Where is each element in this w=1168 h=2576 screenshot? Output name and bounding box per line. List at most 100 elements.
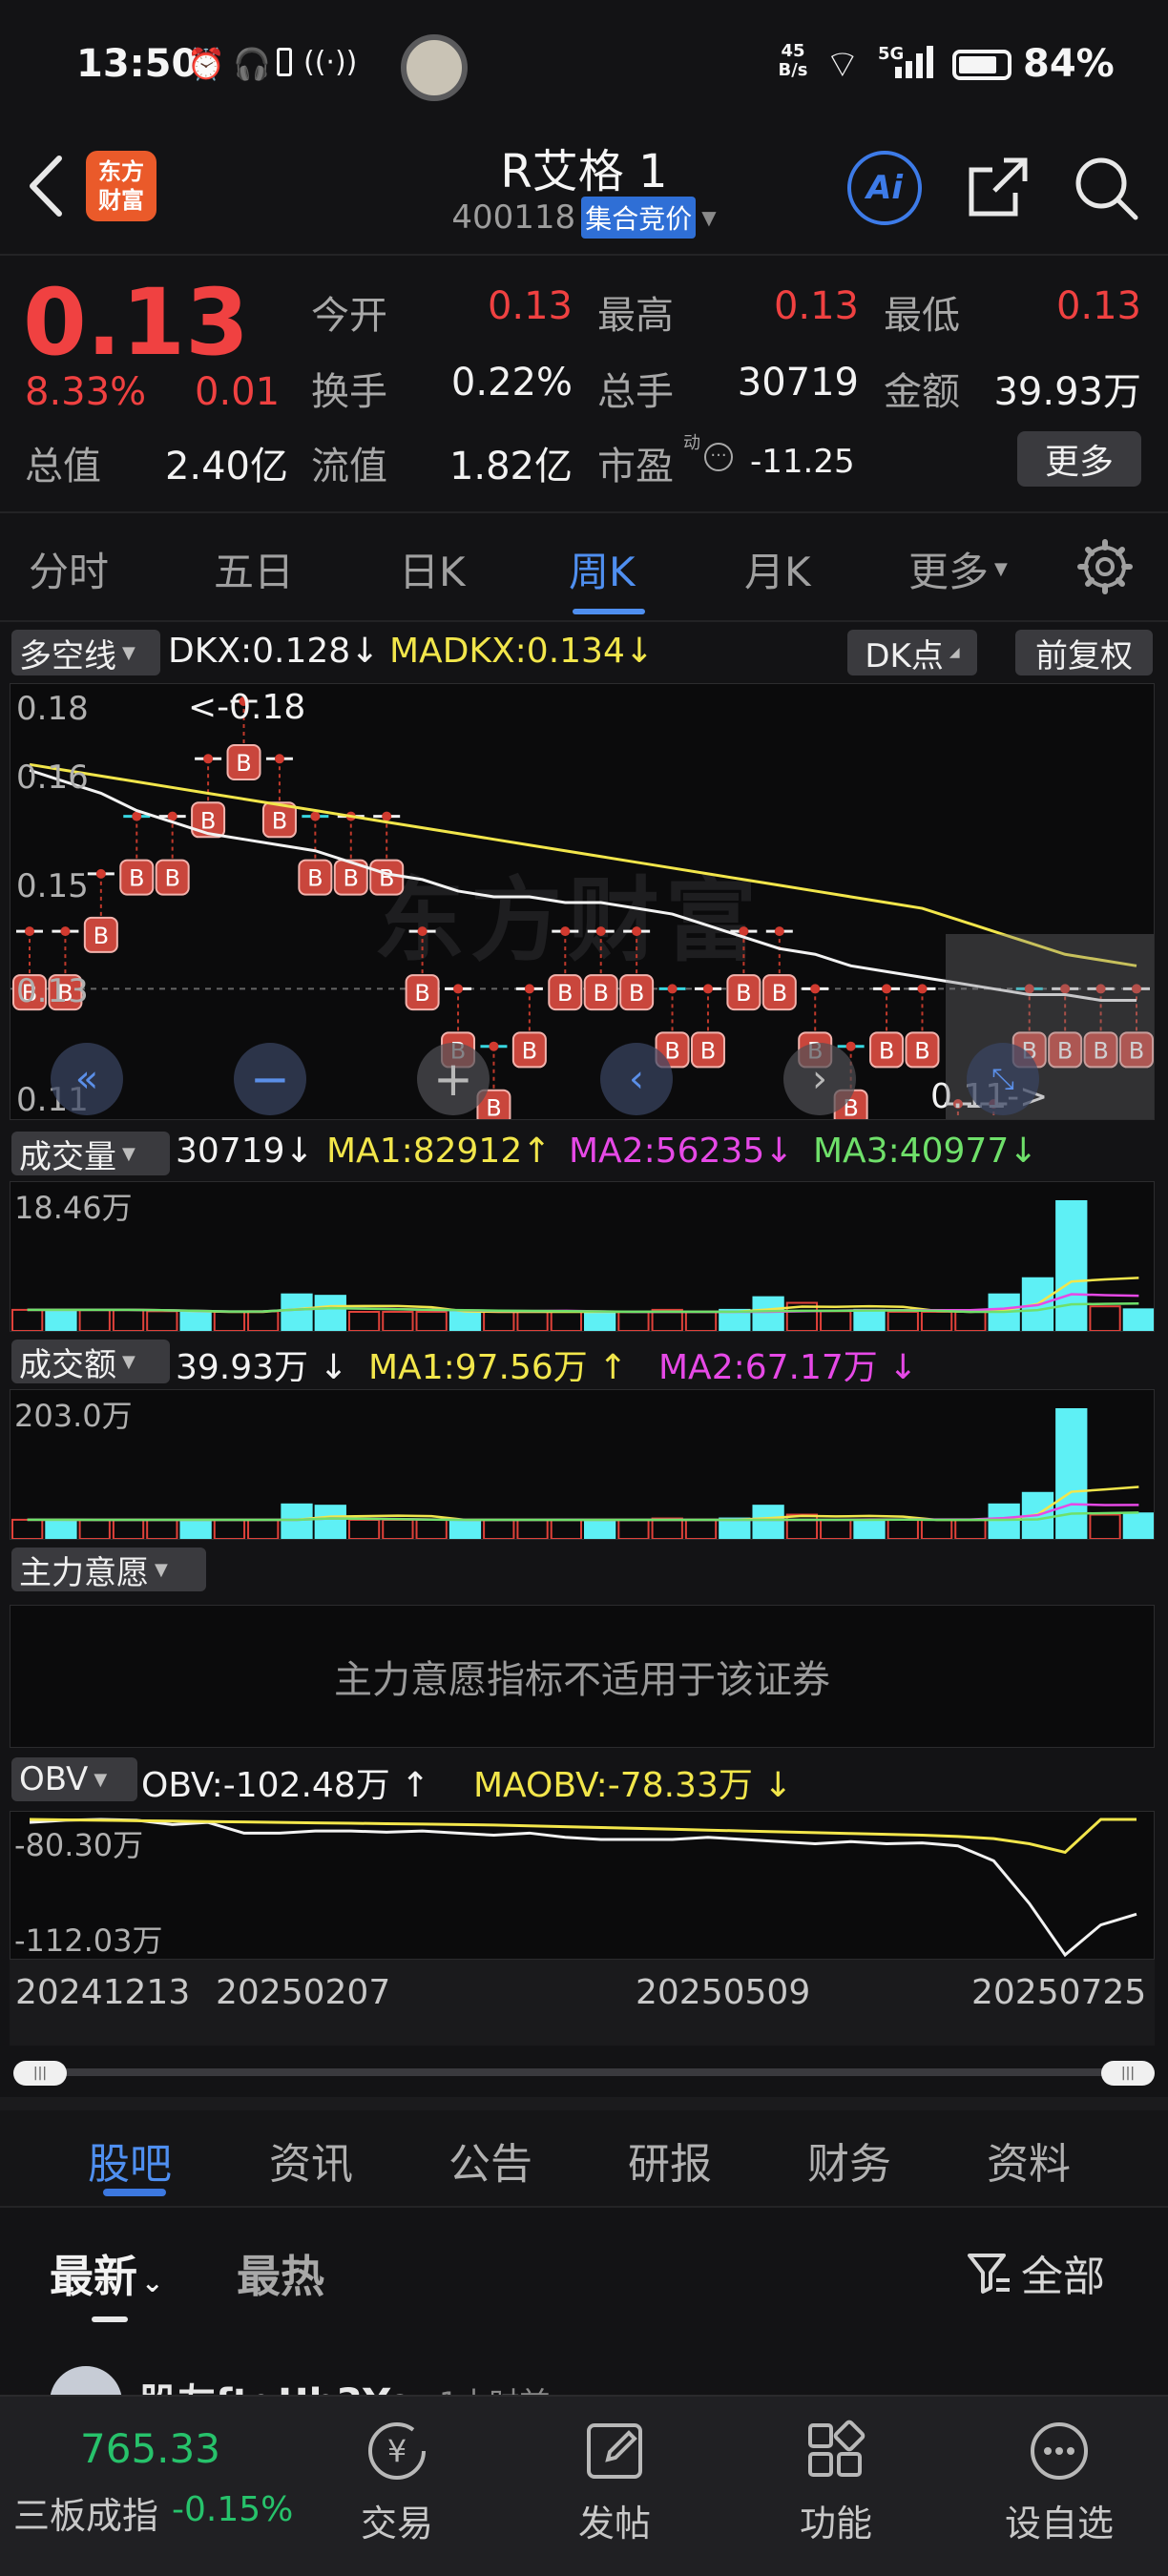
tab-monthly-k[interactable]: 月K	[744, 540, 811, 598]
info-circle-icon[interactable]: ···	[704, 443, 733, 471]
volume-bar	[1089, 1305, 1121, 1331]
b-marker-label: B	[736, 980, 751, 1007]
turnover-label: 换手	[311, 370, 387, 414]
nav-trade[interactable]: ¥ 交易	[349, 2418, 445, 2546]
share-icon[interactable]	[966, 155, 1031, 219]
float-value: 1.82亿	[448, 445, 573, 488]
more-button[interactable]: 更多	[1017, 431, 1141, 487]
slider-right-handle[interactable]: |||	[1101, 2061, 1155, 2086]
amount-bar	[314, 1505, 346, 1539]
amount-bar	[516, 1519, 549, 1539]
b-marker-label: B	[200, 807, 216, 834]
b-marker-dot	[25, 926, 34, 937]
settings-gear-icon[interactable]	[1076, 538, 1134, 595]
dkx-value: DKX:0.128↓	[168, 632, 380, 671]
fullscreen-button[interactable]: ⤡	[967, 1043, 1039, 1115]
kline-indicator-chip[interactable]: 多空线 ▼	[11, 630, 160, 675]
index-name[interactable]: 三板成指	[13, 2486, 158, 2539]
kline-chart[interactable]: 东方财富 BBBBBBBBBBBBBBBBBBBBBBBBBBBBBBBB 0.…	[10, 683, 1155, 1120]
b-marker-dot	[774, 926, 784, 937]
amount-bar	[550, 1519, 582, 1539]
b-marker-label: B	[236, 750, 251, 777]
obv-chip[interactable]: OBV ▼	[11, 1757, 137, 1801]
svg-text:¥: ¥	[387, 2433, 407, 2469]
sort-latest[interactable]: 最新 ⌄	[50, 2242, 163, 2305]
nav-functions[interactable]: 功能	[788, 2418, 884, 2546]
dropdown-caret-icon[interactable]: ▼	[701, 206, 716, 229]
date-label: 20250509	[636, 1973, 811, 2012]
arrow-down-icon: ↓	[350, 632, 380, 671]
index-value[interactable]: 765.33	[80, 2425, 220, 2472]
app-logo: 东方 财富	[86, 151, 156, 221]
tab-announcements[interactable]: 公告	[448, 2129, 532, 2191]
b-marker-label: B	[164, 865, 179, 892]
volume-bar	[415, 1311, 448, 1331]
tab-five-day[interactable]: 五日	[214, 540, 294, 598]
tab-research[interactable]: 研报	[628, 2129, 712, 2191]
news-tabs: 股吧 资讯 公告 研报 财务 资料	[0, 2110, 1168, 2206]
amount-bar	[988, 1503, 1020, 1539]
amount-bar	[886, 1519, 919, 1539]
zoom-out-button[interactable]: −	[234, 1043, 306, 1115]
adjust-button[interactable]: 前复权	[1015, 630, 1153, 675]
tab-daily-k[interactable]: 日K	[399, 540, 466, 598]
tab-weekly-k[interactable]: 周K	[569, 540, 636, 598]
floating-app-icon[interactable]	[401, 34, 468, 101]
b-marker-label: B	[486, 1095, 501, 1120]
float-label: 流值	[311, 445, 387, 488]
obv-chart[interactable]: -80.30万 -112.03万	[10, 1811, 1155, 1960]
change-value: 0.01	[195, 370, 281, 414]
scroll-left-button[interactable]: ‹	[600, 1043, 673, 1115]
volume-bar	[11, 1308, 44, 1331]
volume-top-label: 18.46万	[14, 1190, 133, 1226]
b-marker-dot	[882, 984, 892, 994]
open-label: 今开	[311, 294, 387, 338]
headphones-icon: 🎧	[233, 46, 271, 82]
amount-top-label: 203.0万	[14, 1398, 133, 1434]
amount-ma1: MA1:97.56万 ↑	[368, 1348, 628, 1387]
dk-point-button[interactable]: DK点 ◢	[847, 630, 977, 675]
scroll-fast-left-button[interactable]: «	[51, 1043, 123, 1115]
volume-ma1: MA1:82912↑	[326, 1132, 552, 1171]
tab-guba[interactable]: 股吧	[88, 2129, 172, 2191]
nav-post[interactable]: 发帖	[567, 2418, 662, 2546]
slider-left-handle[interactable]: |||	[13, 2061, 67, 2086]
amount-chip[interactable]: 成交额 ▼	[11, 1340, 170, 1384]
status-time: 13:50	[76, 42, 198, 86]
volume-value-label: 30719↓	[176, 1132, 314, 1171]
amount-chart[interactable]: 203.0万	[10, 1389, 1155, 1540]
nav-add-watchlist[interactable]: 设自选	[992, 2418, 1126, 2546]
b-marker-dot	[595, 926, 606, 937]
amount-value-label: 39.93万 ↓	[176, 1348, 348, 1387]
tab-news[interactable]: 资讯	[269, 2129, 353, 2191]
filter-button[interactable]: 全部	[966, 2242, 1105, 2303]
zoom-in-button[interactable]: +	[417, 1043, 490, 1115]
last-price: 0.13	[23, 269, 249, 376]
volume-chip[interactable]: 成交量 ▼	[11, 1132, 170, 1176]
more-dots-icon	[1031, 2422, 1088, 2480]
range-slider[interactable]: ||| |||	[13, 2061, 1155, 2086]
main-force-chip[interactable]: 主力意愿 ▼	[11, 1548, 206, 1592]
back-icon[interactable]	[21, 153, 69, 219]
madkx-value: MADKX:0.134↓	[389, 632, 655, 671]
tab-profile[interactable]: 资料	[987, 2129, 1071, 2191]
b-marker-dot	[845, 1041, 856, 1051]
pe-label: 市盈	[597, 445, 674, 488]
volume-chart[interactable]: 18.46万	[10, 1181, 1155, 1332]
sort-hot[interactable]: 最热	[237, 2242, 324, 2305]
corner-arrow-icon: ◢	[949, 645, 960, 660]
obv-series-obv	[29, 1818, 1137, 1958]
scroll-right-button[interactable]: ›	[783, 1043, 856, 1115]
tab-fenshi[interactable]: 分时	[29, 540, 109, 598]
obv-svg	[29, 1818, 1137, 1958]
search-icon[interactable]	[1073, 155, 1139, 221]
y-tick-1: 0.16	[16, 758, 89, 797]
b-marker-label: B	[414, 980, 429, 1007]
ai-button[interactable]: Ai	[847, 151, 922, 225]
b-marker-dot	[810, 984, 821, 994]
volume-bar	[247, 1310, 280, 1331]
volume-ma3: MA3:40977↓	[813, 1132, 1038, 1171]
tab-more[interactable]: 更多 ▼	[908, 540, 1008, 598]
tab-finance[interactable]: 财务	[807, 2129, 891, 2191]
header: 东方 财富 R艾格 1 400118 集合竞价 ▼ Ai	[0, 134, 1168, 253]
